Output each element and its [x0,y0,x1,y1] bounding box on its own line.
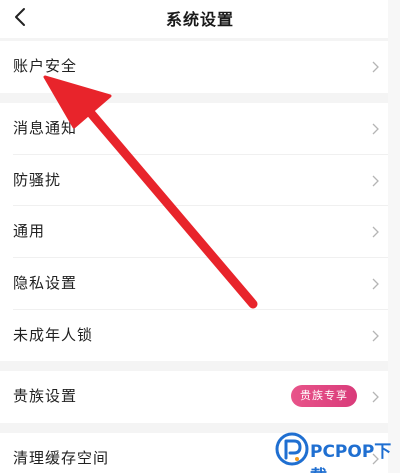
pcpop-logo-icon [275,432,309,466]
chevron-right-icon [372,226,379,238]
chevron-right-icon [372,330,379,342]
chevron-right-icon [372,175,379,187]
settings-item-general[interactable]: 通用 [0,206,388,258]
system-settings-screen: 系统设置 账户安全 消息通知 防骚扰 通用 隐私设置 未成年人锁 贵族设置 贵族… [0,0,400,473]
page-title: 系统设置 [165,10,234,29]
scroll-edge [388,0,400,473]
settings-item-privacy[interactable]: 隐私设置 [0,258,388,310]
settings-item-label: 清理缓存空间 [13,449,110,467]
settings-item-label: 防骚扰 [13,171,62,189]
settings-item-label: 未成年人锁 [13,326,94,344]
header-bar: 系统设置 [0,0,400,38]
settings-item-label: 通用 [13,222,46,240]
settings-item-message-notification[interactable]: 消息通知 [0,103,388,155]
watermark-brand: PCPOP下载 [310,442,392,473]
settings-item-label: 账户安全 [13,57,78,75]
chevron-right-icon [372,278,379,290]
section-gap [0,361,388,371]
chevron-right-icon [372,123,379,135]
chevron-right-icon [372,391,379,403]
settings-item-nobility[interactable]: 贵族设置 贵族专享 [0,371,388,423]
chevron-right-icon [372,61,379,73]
nobility-exclusive-badge: 贵族专享 [291,385,357,407]
settings-item-minor-lock[interactable]: 未成年人锁 [0,310,388,362]
settings-item-label: 隐私设置 [13,274,78,292]
pcpop-watermark: PCPOP下载 [275,432,397,473]
settings-item-label: 贵族设置 [13,387,78,405]
settings-item-anti-harassment[interactable]: 防骚扰 [0,155,388,207]
settings-item-label: 消息通知 [13,119,78,137]
section-gap [0,93,388,103]
settings-item-account-security[interactable]: 账户安全 [0,41,388,93]
